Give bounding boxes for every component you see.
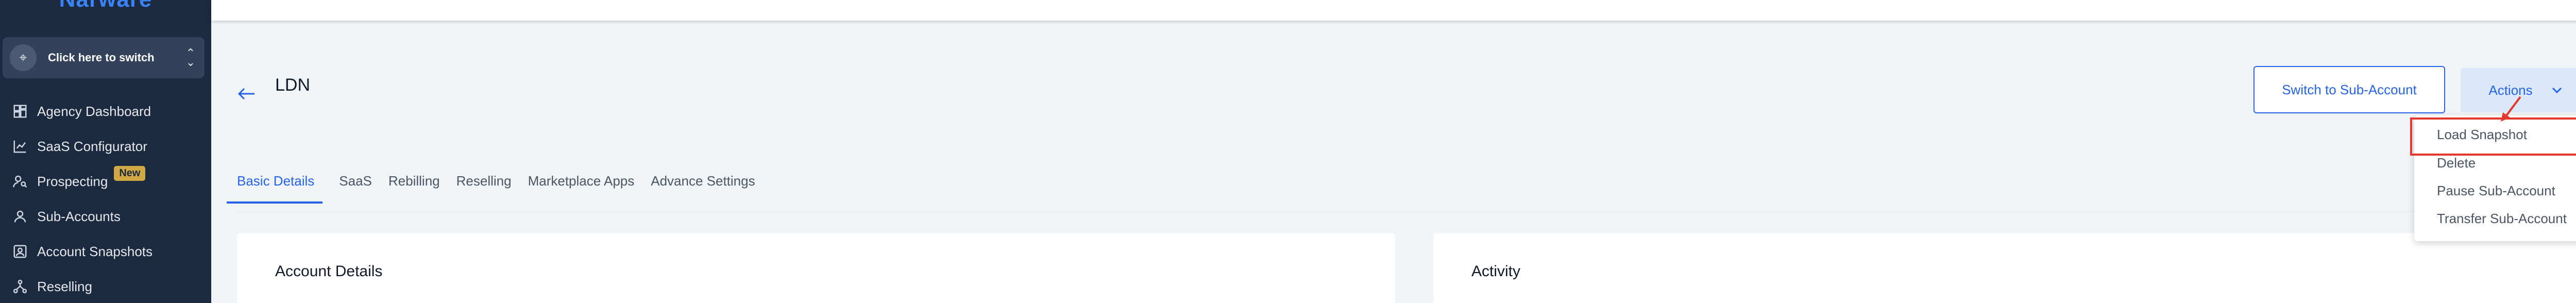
account-details-card: Account Details — [237, 233, 1395, 303]
chevron-down-icon — [2550, 83, 2564, 97]
card-title: Account Details — [275, 263, 383, 280]
sidebar-item-label: Account Snapshots — [37, 243, 153, 259]
menu-item-delete[interactable]: Delete — [2437, 155, 2476, 171]
sidebar-item-label: Sub-Accounts — [37, 208, 121, 224]
user-icon — [11, 208, 29, 225]
dashboard-icon — [11, 103, 29, 120]
sidebar-item-label: Reselling — [37, 278, 92, 294]
tab-rebilling[interactable]: Rebilling — [388, 173, 440, 204]
sidebar-item-agency-dashboard[interactable]: Agency Dashboard — [0, 94, 211, 129]
sidebar-item-sub-accounts[interactable]: Sub-Accounts — [0, 199, 211, 234]
account-switcher[interactable]: ⌖ Click here to switch ⌃ ⌄ — [3, 37, 205, 78]
sidebar-item-saas-configurator[interactable]: SaaS Configurator — [0, 129, 211, 164]
sidebar-item-account-snapshots[interactable]: Account Snapshots — [0, 234, 211, 269]
users-search-icon — [11, 173, 29, 190]
switcher-label: Click here to switch — [48, 51, 155, 64]
sidebar-item-label: SaaS Configurator — [37, 138, 147, 154]
chart-icon — [11, 138, 29, 155]
sidebar: Narware ⌖ Click here to switch ⌃⌄ Agency… — [0, 0, 211, 303]
sidebar-item-prospecting[interactable]: Prospecting New — [0, 164, 211, 199]
sidebar-item-label: Agency Dashboard — [37, 103, 151, 119]
tab-bar: Basic Details SaaS Rebilling Reselling M… — [227, 173, 772, 204]
menu-item-pause-sub-account[interactable]: Pause Sub-Account — [2437, 183, 2555, 199]
annotation-highlight-box — [2410, 117, 2576, 156]
sidebar-item-reselling[interactable]: Reselling — [0, 269, 211, 303]
back-arrow-icon[interactable] — [235, 82, 258, 105]
chevron-up-down-icon: ⌃ ⌄ — [185, 46, 196, 69]
tab-saas[interactable]: SaaS — [339, 173, 372, 204]
page-title: LDN — [275, 75, 311, 95]
tab-divider — [237, 211, 2576, 212]
tab-basic-details[interactable]: Basic Details — [227, 173, 323, 204]
activity-card: Activity — [1433, 233, 2576, 303]
brand-logo: Narware — [0, 0, 211, 12]
menu-item-transfer-sub-account[interactable]: Transfer Sub-Account — [2437, 211, 2567, 227]
network-icon — [11, 278, 29, 295]
sidebar-nav: Agency Dashboard SaaS Configurator Prosp… — [0, 94, 211, 303]
new-badge: New — [114, 165, 146, 181]
switch-to-sub-account-button[interactable]: Switch to Sub-Account — [2253, 66, 2445, 113]
tab-advance-settings[interactable]: Advance Settings — [651, 173, 755, 204]
tab-reselling[interactable]: Reselling — [456, 173, 512, 204]
card-title: Activity — [1471, 263, 1521, 280]
annotation-arrow-icon — [2494, 95, 2524, 124]
snapshot-icon — [11, 243, 29, 260]
pointer-click-icon: ⌖ — [10, 44, 37, 71]
top-bar — [211, 0, 2576, 21]
tab-marketplace-apps[interactable]: Marketplace Apps — [528, 173, 635, 204]
sidebar-item-label: Prospecting — [37, 173, 108, 189]
